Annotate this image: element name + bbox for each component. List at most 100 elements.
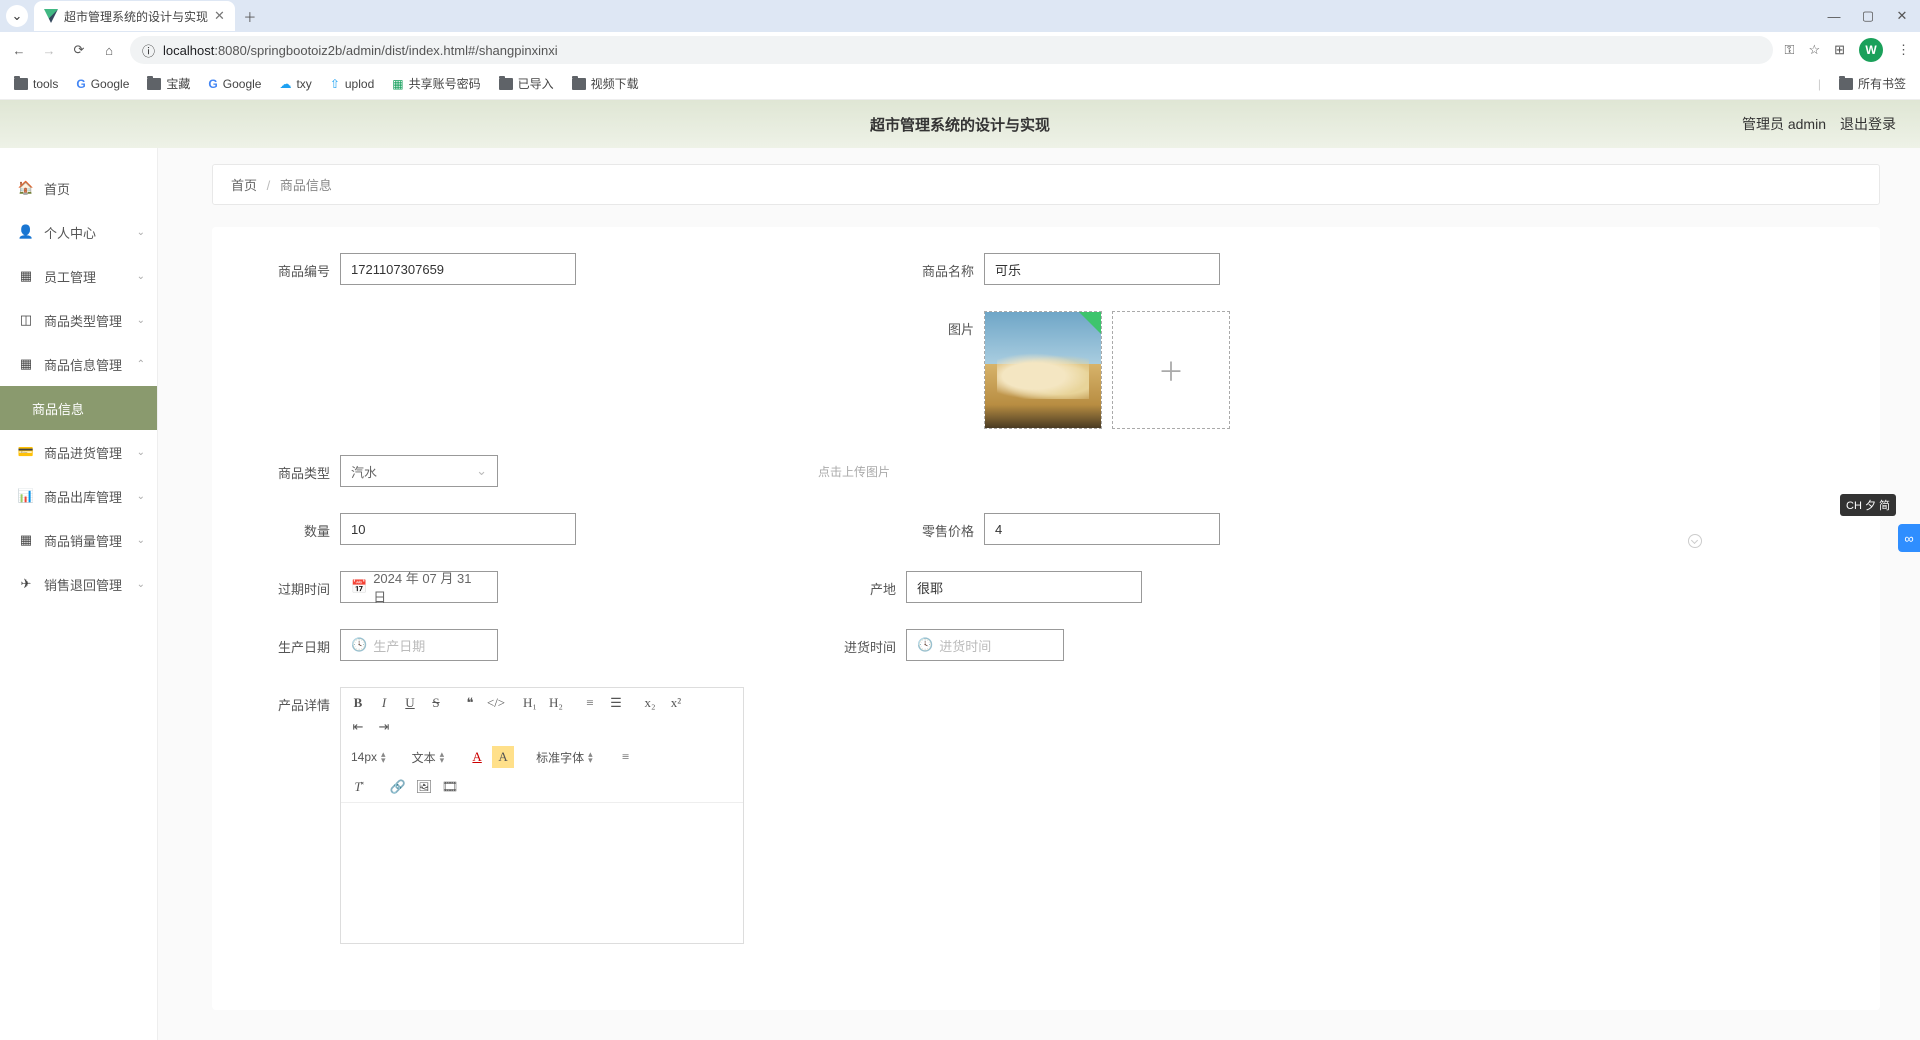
expire-date-input[interactable]: 📅2024 年 07 月 31 日 xyxy=(340,571,498,603)
sidebar-item-product-list[interactable]: 商品信息 xyxy=(0,386,157,430)
image-icon[interactable]: 🖼 xyxy=(413,776,435,798)
label-name: 商品名称 xyxy=(896,253,974,280)
bookmark-item[interactable]: tools xyxy=(14,77,58,91)
label-image: 图片 xyxy=(896,311,974,338)
bookmark-item[interactable]: ⇧uplod xyxy=(330,77,374,91)
sidebar-item-outbound[interactable]: 📊商品出库管理⌄ xyxy=(0,474,157,518)
font-size-select[interactable]: 14px▴▾ xyxy=(347,750,390,764)
label-prod-date: 生产日期 xyxy=(252,629,330,656)
subscript-icon[interactable]: x₂ xyxy=(639,692,661,714)
label-code: 商品编号 xyxy=(252,253,330,280)
origin-input[interactable] xyxy=(906,571,1142,603)
admin-label[interactable]: 管理员 admin xyxy=(1742,114,1826,134)
menu-dots-icon[interactable]: ⋮ xyxy=(1897,42,1910,58)
h1-icon[interactable]: H₁ xyxy=(519,692,541,714)
window-minimize-icon[interactable]: — xyxy=(1824,9,1844,24)
tabs-menu-button[interactable]: ⌄ xyxy=(6,5,28,27)
editor-textarea[interactable] xyxy=(341,803,743,943)
tab-close-icon[interactable]: ✕ xyxy=(214,8,225,24)
code-input[interactable] xyxy=(340,253,576,285)
breadcrumb-home[interactable]: 首页 xyxy=(231,178,257,193)
window-close-icon[interactable]: ✕ xyxy=(1892,8,1912,24)
product-form: 商品编号 商品名称 图片 xyxy=(212,227,1880,1010)
qty-input[interactable] xyxy=(340,513,576,545)
code-icon[interactable]: </> xyxy=(485,692,507,714)
all-bookmarks[interactable]: 所有书签 xyxy=(1839,75,1906,92)
grid-icon: ▦ xyxy=(18,532,34,548)
rich-text-editor: B I U S ❝ </> H₁ H₂ xyxy=(340,687,744,944)
in-date-input[interactable]: 🕓进货时间 xyxy=(906,629,1064,661)
text-color-icon[interactable]: A xyxy=(466,746,488,768)
calendar-icon: 📅 xyxy=(351,579,367,595)
browser-tab[interactable]: 超市管理系统的设计与实现 ✕ xyxy=(34,1,235,31)
price-input[interactable] xyxy=(984,513,1220,545)
chevron-down-icon: ⌄ xyxy=(137,447,145,458)
upload-icon: ⇧ xyxy=(330,77,340,91)
sidebar-item-staff[interactable]: ▦员工管理⌄ xyxy=(0,254,157,298)
password-key-icon[interactable]: ⚿ xyxy=(1785,42,1795,58)
folder-icon xyxy=(572,78,586,90)
reload-icon[interactable]: ⟳ xyxy=(70,41,88,59)
editor-toolbar: B I U S ❝ </> H₁ H₂ xyxy=(341,688,743,803)
sidebar-item-profile[interactable]: 👤个人中心⌄ xyxy=(0,210,157,254)
name-input[interactable] xyxy=(984,253,1220,285)
bookmark-item[interactable]: 视频下载 xyxy=(572,75,639,92)
ime-indicator[interactable]: CH 夕 简 xyxy=(1840,494,1896,516)
sidebar-item-home[interactable]: 🏠首页 xyxy=(0,166,157,210)
align-icon[interactable]: ≡ xyxy=(615,746,637,768)
forward-icon[interactable]: → xyxy=(40,41,58,59)
bookmark-item[interactable]: GGoogle xyxy=(208,77,261,91)
sidebar-item-category[interactable]: ◫商品类型管理⌄ xyxy=(0,298,157,342)
clear-field-icon[interactable] xyxy=(1688,534,1702,548)
outdent-icon[interactable]: ⇥ xyxy=(373,716,395,738)
font-family-select[interactable]: 标准字体▴▾ xyxy=(532,749,597,766)
superscript-icon[interactable]: x² xyxy=(665,692,687,714)
image-thumbnail[interactable] xyxy=(984,311,1102,429)
bookmark-item[interactable]: 已导入 xyxy=(499,75,554,92)
main-content: 首页 / 商品信息 商品编号 商品名称 图片 xyxy=(158,148,1920,1040)
block-select[interactable]: 文本▴▾ xyxy=(408,749,449,766)
star-icon[interactable]: ☆ xyxy=(1808,42,1820,58)
video-icon[interactable]: 🎞 xyxy=(439,776,461,798)
strike-icon[interactable]: S xyxy=(425,692,447,714)
bg-color-icon[interactable]: A xyxy=(492,746,514,768)
italic-icon[interactable]: I xyxy=(373,692,395,714)
address-bar: ← → ⟳ ⌂ ⓘ localhost:8080/springbootoiz2b… xyxy=(0,32,1920,68)
site-info-icon[interactable]: ⓘ xyxy=(142,41,155,60)
type-select[interactable]: 汽水⌄ xyxy=(340,455,498,487)
sidebar-item-returns[interactable]: ✈销售退回管理⌄ xyxy=(0,562,157,606)
clear-format-icon[interactable]: T̽ xyxy=(347,776,369,798)
bookmark-item[interactable]: ☁txy xyxy=(279,77,311,91)
folder-icon xyxy=(147,78,161,90)
add-image-button[interactable]: ＋ xyxy=(1112,311,1230,429)
indent-icon[interactable]: ⇤ xyxy=(347,716,369,738)
window-maximize-icon[interactable]: ▢ xyxy=(1858,8,1878,24)
bookmark-item[interactable]: GGoogle xyxy=(76,77,129,91)
label-expire: 过期时间 xyxy=(252,571,330,598)
sidebar-item-purchase[interactable]: 💳商品进货管理⌄ xyxy=(0,430,157,474)
logout-link[interactable]: 退出登录 xyxy=(1840,114,1896,134)
ul-icon[interactable]: ☰ xyxy=(605,692,627,714)
extensions-icon[interactable]: ⊞ xyxy=(1834,42,1845,58)
clock-icon: 🕓 xyxy=(351,637,367,653)
cloud-icon: ☁ xyxy=(279,77,291,91)
ol-icon[interactable]: ≡ xyxy=(579,692,601,714)
h2-icon[interactable]: H₂ xyxy=(545,692,567,714)
bookmark-item[interactable]: 宝藏 xyxy=(147,75,190,92)
url-field[interactable]: ⓘ localhost:8080/springbootoiz2b/admin/d… xyxy=(130,36,1773,64)
sidebar-item-sales[interactable]: ▦商品销量管理⌄ xyxy=(0,518,157,562)
sheets-icon: ▦ xyxy=(392,77,403,91)
bookmark-item[interactable]: ▦共享账号密码 xyxy=(392,75,480,92)
new-tab-button[interactable]: ＋ xyxy=(239,5,261,27)
underline-icon[interactable]: U xyxy=(399,692,421,714)
quote-icon[interactable]: ❝ xyxy=(459,692,481,714)
sidebar-item-product-info[interactable]: ▦商品信息管理⌃ xyxy=(0,342,157,386)
profile-avatar[interactable]: W xyxy=(1859,38,1883,62)
link-icon[interactable]: 🔗 xyxy=(387,776,409,798)
back-icon[interactable]: ← xyxy=(10,41,28,59)
bold-icon[interactable]: B xyxy=(347,692,369,714)
home-icon[interactable]: ⌂ xyxy=(100,41,118,59)
side-cloud-button[interactable]: ∞ xyxy=(1898,524,1920,552)
chevron-down-icon: ⌄ xyxy=(137,491,145,502)
prod-date-input[interactable]: 🕓生产日期 xyxy=(340,629,498,661)
